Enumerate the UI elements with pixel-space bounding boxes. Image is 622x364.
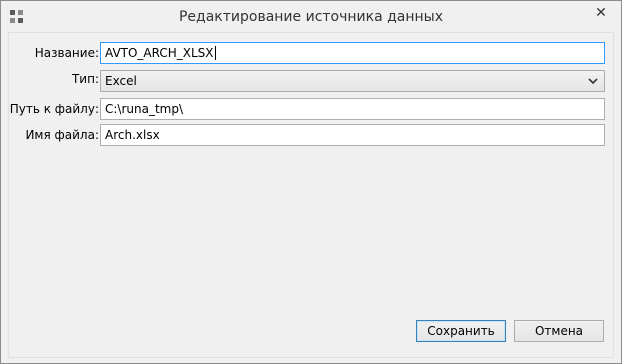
- text-caret: [214, 46, 216, 60]
- chevron-down-icon: [587, 74, 599, 88]
- dialog-window: Редактирование источника данных ✕ Назван…: [0, 0, 622, 364]
- filename-value: Arch.xlsx: [105, 128, 160, 142]
- path-value: C:\runa_tmp\: [105, 102, 184, 116]
- save-button[interactable]: Сохранить: [416, 320, 506, 342]
- type-value: Excel: [105, 74, 137, 88]
- type-select[interactable]: Excel: [100, 70, 605, 92]
- path-field[interactable]: C:\runa_tmp\: [100, 98, 605, 120]
- cancel-button[interactable]: Отмена: [514, 320, 604, 342]
- title-bar: Редактирование источника данных ✕: [1, 1, 621, 32]
- filename-field[interactable]: Arch.xlsx: [100, 124, 605, 146]
- name-value: AVTO_ARCH_XLSX: [105, 46, 214, 60]
- dialog-content: Название: AVTO_ARCH_XLSX Тип: Excel Путь…: [8, 32, 614, 358]
- path-label: Путь к файлу:: [9, 102, 99, 116]
- close-button[interactable]: ✕: [589, 2, 613, 24]
- filename-label: Имя файла:: [25, 128, 99, 142]
- name-field[interactable]: AVTO_ARCH_XLSX: [100, 42, 605, 64]
- window-title: Редактирование источника данных: [178, 9, 444, 25]
- type-label: Тип:: [71, 72, 99, 86]
- name-label: Название:: [34, 46, 99, 60]
